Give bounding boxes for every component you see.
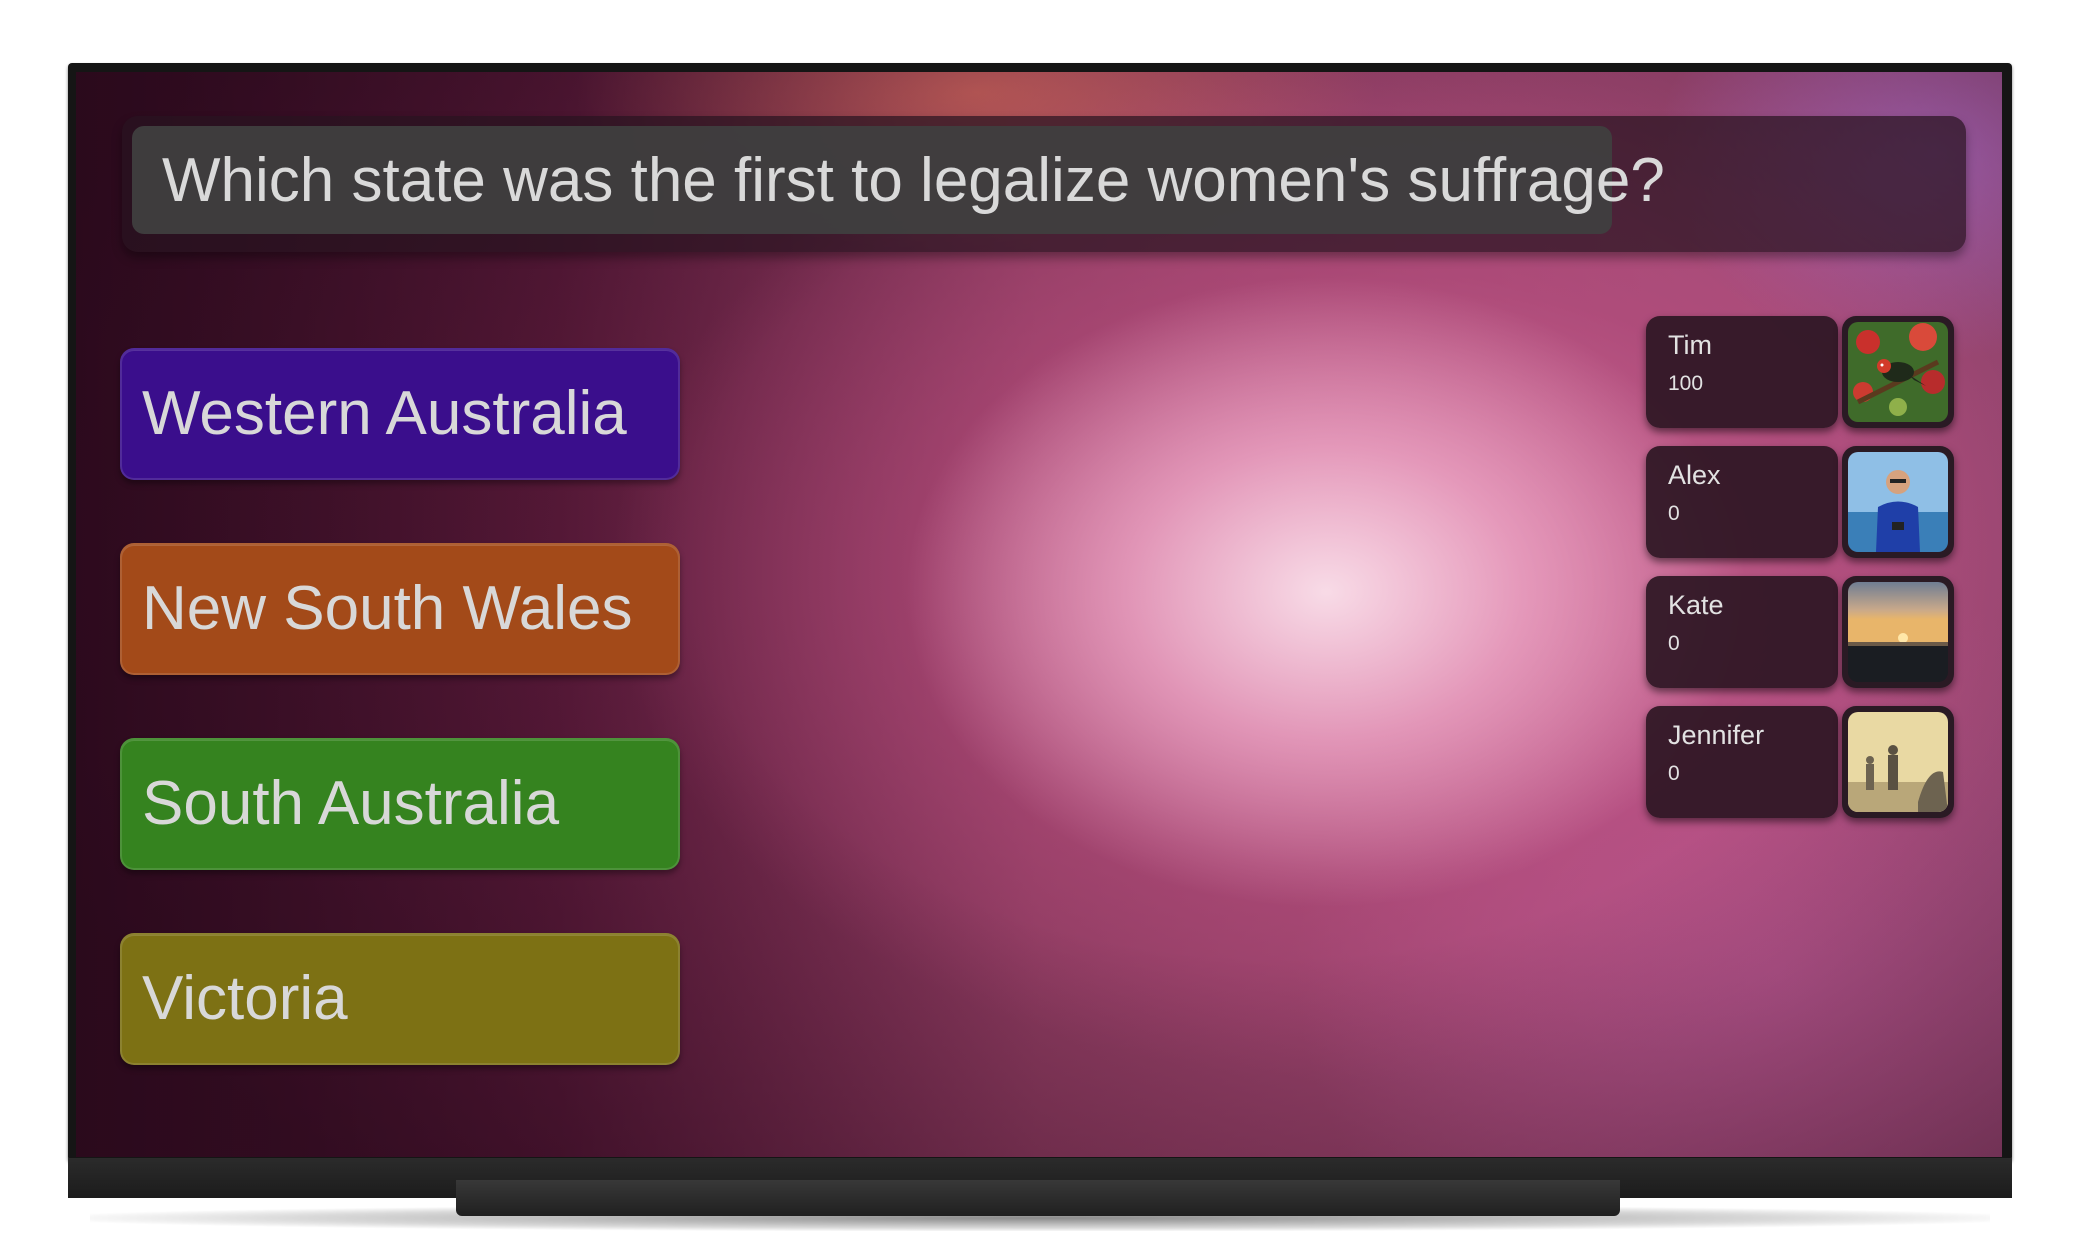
tv-screen: Which state was the first to legalize wo… [76,72,2002,1157]
player-card-tim: Tim 100 [1646,316,1838,428]
tv-stand [456,1180,1620,1216]
player-score: 0 [1668,632,1680,655]
answer-button-south-australia[interactable]: South Australia [120,738,680,870]
answer-button-victoria[interactable]: Victoria [120,933,680,1065]
sunset-photo-icon [1842,576,1954,688]
answer-button-new-south-wales[interactable]: New South Wales [120,543,680,675]
player-card-alex: Alex 0 [1646,446,1838,558]
player-score: 0 [1668,762,1680,785]
player-card-jennifer: Jennifer 0 [1646,706,1838,818]
answer-button-western-australia[interactable]: Western Australia [120,348,680,480]
people-silhouette-photo-icon [1842,706,1954,818]
player-name: Kate [1668,590,1724,620]
player-card-kate: Kate 0 [1646,576,1838,688]
person-photo-icon [1842,446,1954,558]
answer-label: Western Australia [142,379,627,448]
player-score: 100 [1668,372,1704,395]
player-name: Tim [1668,330,1712,360]
player-score: 0 [1668,502,1680,525]
question-text: Which state was the first to legalize wo… [162,146,1665,215]
answer-label: Victoria [142,964,348,1033]
player-name: Alex [1668,460,1721,490]
answer-label: South Australia [142,769,560,838]
question-bar: Which state was the first to legalize wo… [122,116,1966,252]
bird-photo-icon [1842,316,1954,428]
player-name: Jennifer [1668,720,1765,750]
answer-label: New South Wales [142,574,633,643]
